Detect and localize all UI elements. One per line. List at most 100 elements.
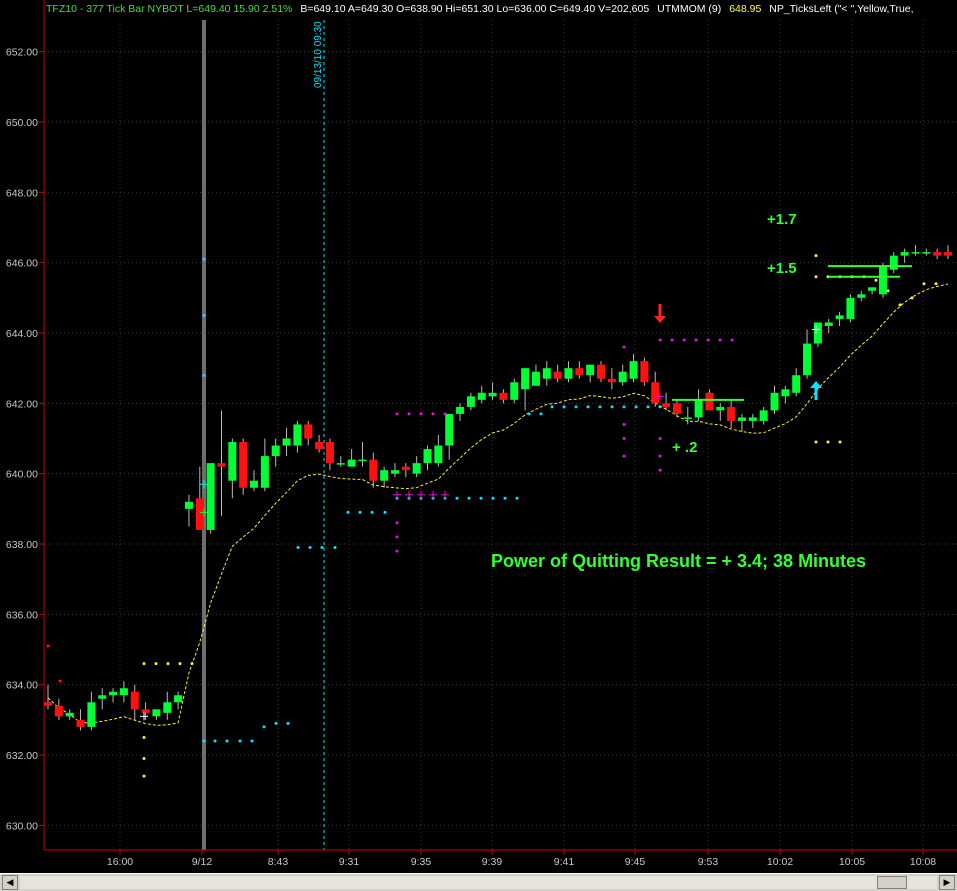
signal-dot-magenta	[658, 468, 662, 472]
signal-dot-yellow	[814, 275, 818, 279]
candle-up	[98, 695, 107, 699]
scroll-left-icon[interactable]: ◀	[2, 875, 18, 890]
candle-down	[304, 424, 313, 439]
candle-down	[640, 361, 649, 383]
scroll-track[interactable]	[20, 876, 937, 889]
header-indicator-2: 648.95	[729, 3, 762, 15]
candle-up	[586, 364, 595, 376]
signal-dot-cyan	[622, 405, 626, 409]
candle-up	[629, 361, 638, 379]
signal-dot-magenta	[622, 454, 626, 458]
y-tick-label: 644.00	[6, 328, 38, 340]
session-open-label: 09/13/10 09:30	[313, 21, 324, 88]
candle-up	[683, 417, 692, 419]
candle-up	[488, 392, 497, 397]
signal-dot-cyan	[383, 510, 387, 514]
candle-up	[358, 459, 367, 462]
y-tick-label: 648.00	[6, 187, 38, 199]
candle-up	[889, 255, 898, 270]
candle-down	[195, 498, 204, 530]
signal-dot-cyan	[202, 373, 206, 377]
candle-down	[553, 371, 562, 379]
signal-dot-cyan	[238, 739, 242, 743]
signal-dot-red	[46, 644, 50, 648]
signal-dot-cyan	[286, 721, 290, 725]
x-tick-label: 10:02	[767, 856, 793, 868]
candle-up	[174, 695, 183, 703]
candle-up	[770, 392, 779, 411]
candle-down	[662, 403, 671, 407]
x-tick-label: 10:08	[910, 856, 936, 868]
candle-up	[119, 688, 128, 696]
candle-down	[141, 709, 150, 713]
candle-up	[521, 368, 530, 390]
signal-dot-magenta	[622, 345, 626, 349]
scroll-right-icon[interactable]: ▶	[939, 875, 955, 890]
x-tick-label: 9:45	[625, 856, 646, 868]
candle-up	[694, 399, 703, 418]
y-tick-label: 650.00	[6, 117, 38, 129]
horizontal-scrollbar[interactable]: ◀ ▶	[0, 873, 957, 891]
y-tick-label: 640.00	[6, 469, 38, 481]
signal-dot-magenta	[658, 454, 662, 458]
y-tick-label: 646.00	[6, 258, 38, 270]
signal-dot-yellow	[142, 735, 146, 739]
signal-dot-yellow	[886, 289, 890, 293]
signal-dot-magenta	[395, 412, 399, 416]
candle-down	[933, 252, 942, 256]
signal-dot-magenta	[622, 437, 626, 441]
candle-up	[228, 442, 237, 481]
signal-dot-yellow	[922, 282, 926, 286]
candle-up	[531, 371, 540, 386]
signal-dot-cyan	[346, 510, 350, 514]
x-tick-label: 9/12	[192, 856, 213, 868]
scroll-thumb[interactable]	[877, 876, 907, 889]
candle-down	[607, 378, 616, 383]
signal-dot-cyan	[658, 405, 662, 409]
candle-up	[206, 463, 215, 530]
signal-dot-cyan	[610, 405, 614, 409]
candle-up	[282, 438, 291, 446]
signal-dot-magenta	[395, 549, 399, 553]
signal-dot-yellow	[142, 662, 146, 666]
candle-down	[130, 691, 139, 710]
header-indicator-3: NP_TicksLeft ("< ",Yellow,True,	[769, 3, 914, 15]
candle-up	[260, 456, 269, 488]
signal-dot-cyan	[574, 405, 578, 409]
signal-dot-magenta	[395, 521, 399, 525]
signal-dot-yellow	[142, 774, 146, 778]
x-tick-label: 9:39	[482, 856, 503, 868]
signal-dot-cyan	[646, 405, 650, 409]
candle-up	[109, 691, 118, 696]
result-annotation: Power of Quitting Result = + 3.4; 38 Min…	[491, 551, 866, 571]
candle-up	[542, 368, 551, 379]
header-symbol: TFZ10 - 377 Tick Bar NYBOT L=649.40 15.9…	[46, 3, 293, 15]
candle-up	[456, 406, 465, 414]
candle-up	[911, 252, 920, 254]
candle-down	[575, 368, 584, 376]
signal-dot-yellow	[166, 662, 170, 666]
gain-label-3: + .2	[672, 439, 697, 456]
signal-dot-cyan	[562, 405, 566, 409]
candle-up	[900, 252, 909, 256]
candle-down	[401, 466, 410, 471]
candle-down	[325, 442, 334, 464]
candle-up	[250, 480, 259, 488]
signal-dot-cyan	[333, 546, 337, 550]
signal-dot-cyan	[598, 405, 602, 409]
signal-dot-yellow	[910, 296, 914, 300]
signal-dot-magenta	[443, 412, 447, 416]
signal-dot-cyan	[467, 496, 471, 500]
x-tick-label: 9:41	[554, 856, 575, 868]
signal-dot-cyan	[358, 510, 362, 514]
candle-up	[477, 392, 486, 400]
signal-dot-cyan	[479, 496, 483, 500]
signal-dot-cyan	[491, 496, 495, 500]
signal-dot-yellow	[814, 254, 818, 258]
gain-label-1: +1.7	[767, 211, 797, 228]
signal-dot-yellow	[814, 440, 818, 444]
price-chart[interactable]: 652.00 650.00 648.00 646.00 644.00 642.00 640.…	[0, 0, 957, 873]
candle-up	[412, 463, 421, 474]
signal-dot-cyan	[250, 739, 254, 743]
signal-dot-magenta	[431, 412, 435, 416]
